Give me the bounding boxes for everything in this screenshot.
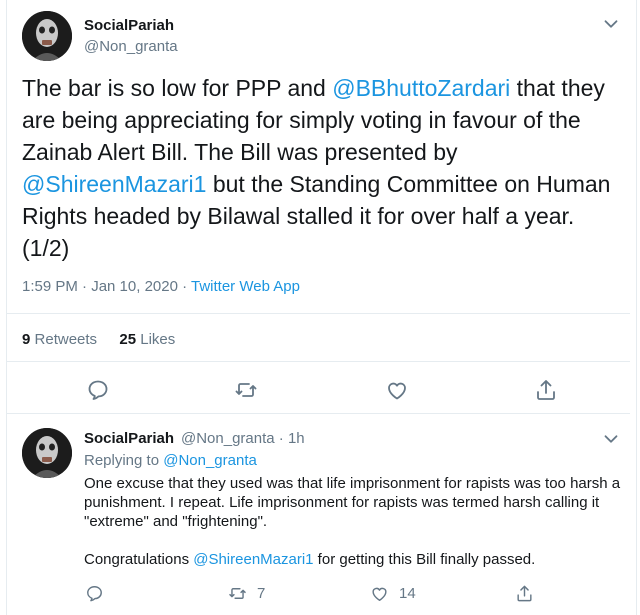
share-action[interactable]: [515, 583, 534, 603]
retweet-icon: [229, 587, 246, 599]
like-count: 14: [399, 584, 416, 602]
reply-paragraph: Congratulations @ShireenMazari1 for gett…: [84, 550, 629, 569]
mention-link[interactable]: @Non_granta: [163, 452, 257, 469]
source-link[interactable]: Twitter Web App: [191, 278, 300, 295]
like-action[interactable]: 14: [370, 583, 416, 603]
divider: [7, 361, 630, 362]
tweet-meta: 1:59 PM · Jan 10, 2020 · Twitter Web App: [22, 278, 300, 295]
like-icon: [372, 587, 387, 601]
mention-link[interactable]: @BBhuttoZardari: [332, 75, 510, 101]
reply-text-part: Congratulations: [84, 551, 194, 568]
likes-label: Likes: [140, 331, 176, 348]
share-icon[interactable]: [534, 378, 558, 402]
avatar[interactable]: [22, 11, 72, 61]
author-handle[interactable]: @Non_granta: [84, 38, 178, 55]
chevron-down-icon[interactable]: [600, 13, 622, 35]
retweets-count: 9: [22, 331, 31, 348]
like-icon[interactable]: [385, 378, 409, 402]
divider: [7, 313, 630, 314]
tweet-text: The bar is so low for PPP and @BBhuttoZa…: [22, 72, 622, 264]
reply-author-name[interactable]: SocialPariah: [84, 430, 174, 447]
reply-icon[interactable]: [86, 378, 110, 402]
retweet-action[interactable]: 7: [228, 583, 265, 603]
reply-action[interactable]: [85, 583, 104, 603]
reply-text-part: for getting this Bill finally passed.: [313, 551, 536, 568]
likes-stat[interactable]: 25 Likes: [119, 331, 175, 348]
share-icon: [517, 585, 532, 601]
timestamp[interactable]: 1:59 PM · Jan 10, 2020 ·: [22, 278, 191, 295]
retweets-label: Retweets: [34, 331, 98, 348]
retweet-icon[interactable]: [234, 378, 258, 402]
chevron-down-icon[interactable]: [600, 428, 622, 450]
reply-paragraph: One excuse that they used was that life …: [84, 475, 621, 530]
tweet-text-part: The bar is so low for PPP and: [22, 75, 333, 101]
divider: [7, 413, 630, 414]
engagement-stats: 9 Retweets 25 Likes: [22, 331, 175, 348]
reply-handle-time[interactable]: @Non_granta · 1h: [181, 430, 305, 447]
likes-count: 25: [119, 331, 137, 348]
reply-icon: [87, 585, 102, 601]
mention-link[interactable]: @ShireenMazari1: [193, 551, 313, 568]
retweet-count: 7: [257, 584, 266, 602]
avatar[interactable]: [22, 428, 72, 478]
author-name[interactable]: SocialPariah: [84, 17, 174, 34]
retweets-stat[interactable]: 9 Retweets: [22, 331, 97, 348]
reply-text: One excuse that they used was that life …: [84, 474, 629, 569]
replying-to-label: Replying to: [84, 452, 164, 469]
mention-link[interactable]: @ShireenMazari1: [22, 171, 206, 197]
replying-to: Replying to @Non_granta: [84, 452, 257, 469]
